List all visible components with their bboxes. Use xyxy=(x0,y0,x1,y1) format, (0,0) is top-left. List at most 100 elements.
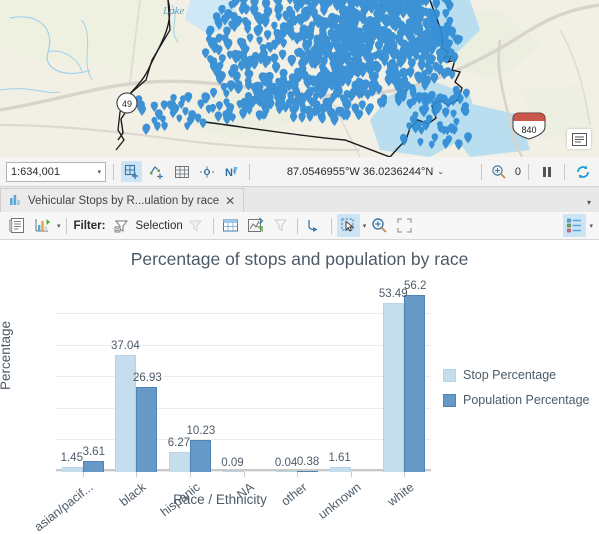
x-axis-tick xyxy=(243,472,245,477)
zoom-to-selection-button[interactable] xyxy=(244,214,267,237)
bar-value-label: 0.09 xyxy=(221,456,244,469)
bar-group[interactable] xyxy=(222,292,266,472)
chevron-down-icon[interactable]: ⌄ xyxy=(437,167,444,176)
bar-value-label: 1.45 xyxy=(60,452,83,465)
bar[interactable] xyxy=(168,452,190,472)
chart-view: Percentage of stops and population by ra… xyxy=(0,240,599,534)
legend-swatch-stop xyxy=(443,368,456,382)
bar[interactable] xyxy=(61,467,83,472)
open-table-button[interactable] xyxy=(219,214,242,237)
bar-value-label: 10.23 xyxy=(186,424,216,437)
map-status-bar: 1:634,001 ▾ N 87.0546955°W 36.0236244°N … xyxy=(0,157,599,187)
lake-label: Lake xyxy=(162,5,185,17)
sort-button[interactable] xyxy=(303,214,326,237)
y-axis-label: Percentage xyxy=(0,320,13,390)
legend-item-stop[interactable]: Stop Percentage xyxy=(443,368,593,382)
svg-text:49: 49 xyxy=(122,99,132,109)
bar-value-label: 0.04 xyxy=(274,456,298,469)
select-cursor-button[interactable] xyxy=(336,214,360,237)
legend-item-population[interactable]: Population Percentage xyxy=(443,393,593,407)
selection-count-value: 0 xyxy=(514,165,521,178)
bar-value-label: 0.38 xyxy=(296,455,320,468)
x-axis-tick xyxy=(189,472,191,477)
divider xyxy=(330,217,332,234)
bar[interactable] xyxy=(404,294,426,472)
arcgis-pro-window: 49 840 Lake 1:634,001 ▾ N 87.0546955°W 3… xyxy=(0,0,599,534)
tab-label: Vehicular Stops by R...ulation by race xyxy=(28,194,220,207)
filter-funnel-icon[interactable] xyxy=(110,214,133,237)
bar-value-label: 26.93 xyxy=(132,371,162,384)
basemap-attribution-icon[interactable] xyxy=(567,129,591,149)
refresh-button[interactable] xyxy=(572,161,593,182)
map-scale-value: 1:634,001 xyxy=(11,165,60,178)
chart-type-button[interactable] xyxy=(31,214,54,237)
bar-chart-icon xyxy=(9,193,22,209)
filter-label: Filter: xyxy=(73,219,106,232)
bar[interactable] xyxy=(297,470,319,472)
chevron-down-icon[interactable]: ▾ xyxy=(57,222,61,230)
chevron-down-icon: ▾ xyxy=(97,168,101,176)
bar-value-label: 37.04 xyxy=(110,340,140,353)
map-coordinates: 87.0546955°W 36.0236244°N xyxy=(286,165,434,178)
filter-selection-label[interactable]: Selection xyxy=(135,220,182,232)
bar-value-label: 3.61 xyxy=(82,445,105,458)
bar[interactable] xyxy=(329,466,351,472)
divider xyxy=(564,163,565,180)
selection-count-button[interactable] xyxy=(489,161,510,182)
close-icon[interactable]: ✕ xyxy=(225,195,235,207)
full-extent-button xyxy=(393,214,416,237)
divider xyxy=(212,217,214,234)
chevron-down-icon[interactable]: ▾ xyxy=(363,222,367,230)
svg-text:N: N xyxy=(225,167,233,179)
route-marker-49: 49 xyxy=(116,92,138,114)
pause-drawing-button[interactable] xyxy=(536,161,557,182)
select-features-button[interactable] xyxy=(121,161,142,182)
divider xyxy=(249,163,250,180)
chevron-down-icon[interactable]: ▾ xyxy=(587,198,591,207)
legend-button[interactable] xyxy=(563,214,587,237)
plot-area[interactable]: 010203040501.453.61asian/pacif...37.0426… xyxy=(31,280,431,534)
bar-group[interactable] xyxy=(382,292,426,472)
bar-value-label: 1.61 xyxy=(328,451,351,464)
bar[interactable] xyxy=(222,471,244,472)
divider xyxy=(65,217,67,234)
bar-group[interactable] xyxy=(275,292,319,472)
north-arrow-button[interactable]: N xyxy=(221,161,242,182)
x-axis-tick xyxy=(297,472,299,477)
clear-filter-button xyxy=(185,214,208,237)
divider xyxy=(480,163,482,180)
map-view[interactable]: 49 840 Lake xyxy=(0,0,599,158)
divider xyxy=(528,163,529,180)
divider xyxy=(113,163,114,180)
chart-properties-button[interactable] xyxy=(6,214,29,237)
chart-tabstrip: Vehicular Stops by R...ulation by race ✕… xyxy=(0,187,599,213)
tab-vehicular-stops-chart[interactable]: Vehicular Stops by R...ulation by race ✕ xyxy=(0,188,245,212)
bar-group[interactable] xyxy=(329,292,373,472)
chart-toolbar: ▾ Filter: Selection ▾ ▾ xyxy=(0,212,599,240)
zoom-in-button[interactable] xyxy=(368,214,391,237)
measure-button[interactable] xyxy=(196,161,217,182)
map-scale-combobox[interactable]: 1:634,001 ▾ xyxy=(6,161,106,182)
attribute-table-button[interactable] xyxy=(171,161,192,182)
bar[interactable] xyxy=(189,439,211,472)
x-axis-tick xyxy=(350,472,352,477)
bar-value-label: 56.2 xyxy=(404,279,427,292)
x-axis-category-label: asian/pacif... xyxy=(31,480,96,534)
x-axis-tick xyxy=(404,472,406,477)
legend-label-stop: Stop Percentage xyxy=(463,368,557,382)
chart-legend: Stop Percentage Population Percentage xyxy=(443,368,593,418)
chart-title: Percentage of stops and population by ra… xyxy=(130,249,469,269)
select-by-polygon-button[interactable] xyxy=(146,161,167,182)
chevron-down-icon[interactable]: ▾ xyxy=(589,222,593,230)
bar[interactable] xyxy=(82,460,104,472)
bar[interactable] xyxy=(276,471,298,472)
filter-extent-button xyxy=(269,214,292,237)
bar[interactable] xyxy=(383,303,405,472)
map-canvas[interactable]: 49 840 Lake xyxy=(0,0,599,157)
divider xyxy=(296,217,298,234)
legend-swatch-population xyxy=(443,393,456,407)
bar[interactable] xyxy=(136,386,158,472)
x-axis-tick xyxy=(136,472,138,477)
bar-value-label: 6.27 xyxy=(167,437,191,450)
x-axis-tick xyxy=(82,472,84,477)
